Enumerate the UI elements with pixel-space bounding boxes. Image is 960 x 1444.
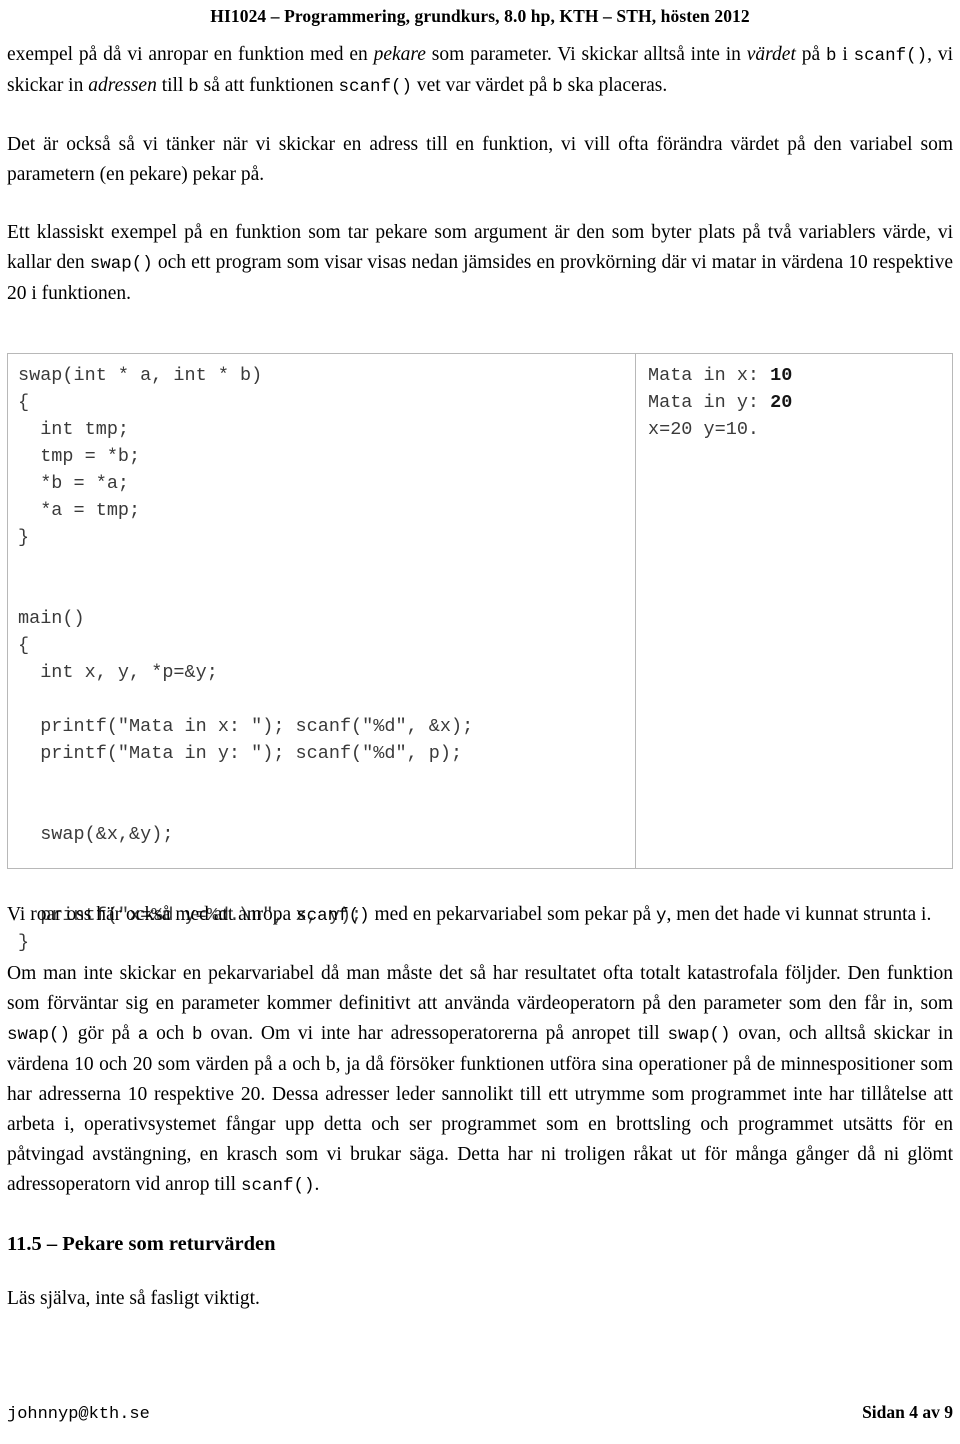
- p1-seg6: till: [156, 75, 189, 96]
- p1-seg8: vet var värdet på: [412, 75, 553, 96]
- p1-seg7: så att funktionen: [198, 75, 339, 96]
- output-line-2: Mata in y: 20: [648, 389, 952, 416]
- p3-code-swap: swap(): [89, 254, 153, 274]
- p5-seg1: Om man inte skickar en pekarvariabel då …: [7, 963, 953, 1014]
- p1-code-b3: b: [552, 77, 563, 97]
- p4-seg2: med en pekarvariabel som pekar på: [369, 904, 657, 925]
- output-line-3: x=20 y=10.: [648, 419, 760, 440]
- p1-seg4: i: [836, 44, 854, 65]
- p1-seg2: som parameter. Vi skickar alltså inte in: [425, 44, 747, 65]
- code-cell: swap(int * a, int * b) { int tmp; tmp = …: [8, 354, 636, 953]
- output-cell: Mata in x: 10 Mata in y: 20 x=20 y=10.: [636, 354, 952, 868]
- p1-code-b2: b: [188, 77, 199, 97]
- p5-seg5: ovan, och alltså skickar in värdena 10 o…: [7, 1023, 953, 1195]
- p5-code-swap2: swap(): [667, 1025, 731, 1045]
- paragraph-4: Vi roar oss här också med att anropa sca…: [7, 900, 953, 931]
- p5-seg6: .: [314, 1174, 320, 1195]
- p4-seg3: , men det hade vi kunnat strunta i.: [666, 904, 932, 925]
- output-prompt-y: Mata in y:: [648, 392, 771, 413]
- code-and-output-table: swap(int * a, int * b) { int tmp; tmp = …: [7, 353, 953, 953]
- p1-seg9: ska placeras.: [562, 75, 668, 96]
- footer-page-number: Sidan 4 av 9: [862, 1402, 953, 1422]
- section-body-text: Läs själva, inte så fasligt viktigt.: [7, 1288, 260, 1309]
- output-line-1: Mata in x: 10: [648, 362, 952, 389]
- p5-code-b: b: [192, 1025, 203, 1045]
- page-footer: johnnyp@kth.se Sidan 4 av 9: [7, 1402, 953, 1424]
- p1-code-b1: b: [825, 46, 837, 66]
- p1-code-scanf2: scanf(): [338, 77, 413, 97]
- p4-code-y: y: [656, 906, 667, 926]
- p1-seg1: exempel på då vi anropar en funktion med…: [7, 44, 374, 65]
- document-body-bottom: Vi roar oss här också med att anropa sca…: [7, 900, 953, 1314]
- p1-em-adressen: adressen: [88, 75, 157, 96]
- footer-email: johnnyp@kth.se: [7, 1405, 150, 1424]
- p1-code-scanf1: scanf(): [853, 46, 928, 66]
- p1-em-pekare: pekare: [373, 44, 426, 65]
- p4-code-scanf: scanf(): [296, 906, 370, 926]
- section-heading-11-5: 11.5 – Pekare som returvärden: [7, 1233, 276, 1255]
- p1-em-vardet: värdet: [746, 44, 796, 65]
- paragraph-1: exempel på då vi anropar en funktion med…: [7, 40, 953, 102]
- program-output: Mata in x: 10 Mata in y: 20 x=20 y=10.: [648, 362, 952, 443]
- p5-seg2: gör på: [70, 1023, 138, 1044]
- document-page: HI1024 – Programmering, grundkurs, 8.0 h…: [0, 0, 960, 1444]
- page-header-title: HI1024 – Programmering, grundkurs, 8.0 h…: [210, 6, 750, 26]
- paragraph-2: Det är också så vi tänker när vi skickar…: [7, 134, 953, 185]
- p1-seg3: på: [795, 44, 826, 65]
- p5-code-a: a: [137, 1025, 149, 1045]
- p4-seg1: Vi roar oss här också med att anropa: [7, 904, 297, 925]
- p5-code-swap1: swap(): [7, 1025, 71, 1045]
- p5-seg3: och: [148, 1023, 193, 1044]
- output-input-y: 20: [770, 392, 793, 413]
- paragraph-5: Om man inte skickar en pekarvariabel då …: [7, 959, 953, 1201]
- p5-seg4: ovan. Om vi inte har adressoperatorerna …: [202, 1023, 668, 1044]
- c-source-code: swap(int * a, int * b) { int tmp; tmp = …: [18, 365, 474, 953]
- document-body-top: exempel på då vi anropar en funktion med…: [7, 40, 953, 309]
- paragraph-3: Ett klassiskt exempel på en funktion som…: [7, 218, 953, 309]
- output-prompt-x: Mata in x:: [648, 365, 771, 386]
- output-input-x: 10: [770, 365, 793, 386]
- p5-code-scanf: scanf(): [240, 1176, 315, 1196]
